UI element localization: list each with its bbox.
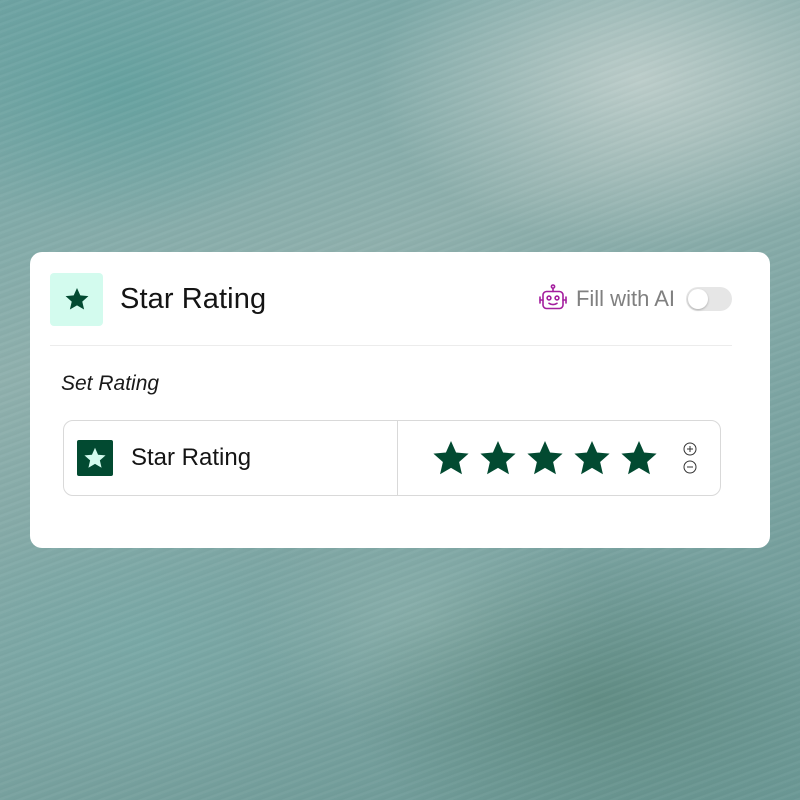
fill-with-ai-control[interactable]: Fill with AI bbox=[536, 282, 732, 316]
plus-circle-icon[interactable] bbox=[683, 442, 697, 456]
star-icon bbox=[84, 447, 106, 468]
robot-icon bbox=[536, 282, 570, 316]
fill-with-ai-label: Fill with AI bbox=[575, 286, 675, 311]
star-icon bbox=[65, 287, 88, 310]
rating-row-label: Star Rating bbox=[131, 444, 252, 471]
header-divider bbox=[50, 345, 732, 346]
fill-with-ai-toggle[interactable] bbox=[686, 287, 732, 311]
rating-row-icon-tile bbox=[77, 440, 113, 476]
star-1[interactable] bbox=[431, 438, 471, 478]
card-header: Star Rating Fill with AI bbox=[50, 272, 732, 326]
rating-row-label-cell: Star Rating bbox=[64, 421, 398, 495]
rating-row: Star Rating bbox=[63, 420, 721, 496]
star-5[interactable] bbox=[619, 438, 659, 478]
star-rating-card: Star Rating Fill with AI Set Rating Star… bbox=[30, 252, 770, 548]
minus-circle-icon[interactable] bbox=[683, 460, 697, 474]
star-2[interactable] bbox=[478, 438, 518, 478]
set-rating-label: Set Rating bbox=[61, 372, 160, 395]
rating-stepper bbox=[683, 440, 697, 476]
toggle-knob bbox=[688, 289, 708, 309]
star-4[interactable] bbox=[572, 438, 612, 478]
card-title: Star Rating bbox=[120, 282, 267, 315]
star-3[interactable] bbox=[525, 438, 565, 478]
header-star-icon-tile bbox=[50, 272, 103, 326]
star-rating-stars bbox=[431, 438, 659, 478]
rating-row-value-cell bbox=[398, 421, 720, 495]
